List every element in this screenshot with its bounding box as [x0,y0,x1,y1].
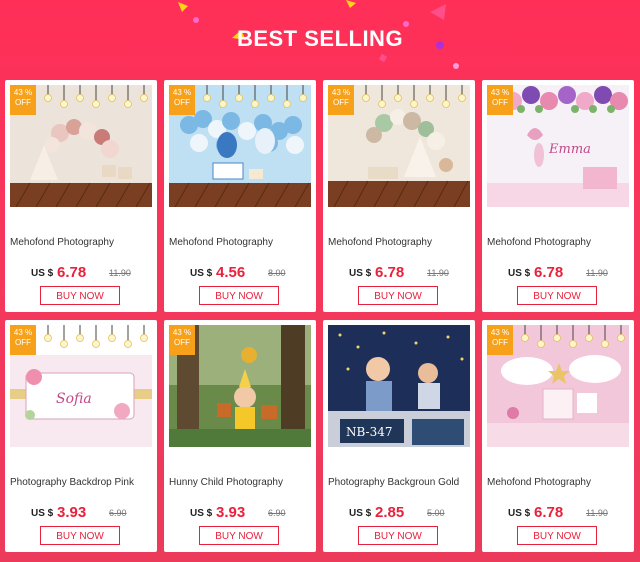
product-card-7[interactable]: NB-347 Photography Backgroun Gold US $ 2… [323,320,475,552]
badge-line: 43 % [490,88,510,97]
buy-now-button[interactable]: BUY NOW [199,526,279,545]
buy-now-button[interactable]: BUY NOW [358,286,438,305]
badge-line: OFF [492,98,508,107]
sale-price: 3.93 [57,504,87,521]
section-title: BEST SELLING [236,26,404,51]
price-row: US $ 3.93 6.90 [164,504,316,521]
original-price: 11.90 [586,268,608,278]
product-name[interactable]: Photography Backgroun Gold [328,477,474,488]
sale-price: 4.56 [216,264,246,281]
badge-line: OFF [15,98,31,107]
discount-badge: 43 % OFF [487,325,513,355]
sale-price: 6.78 [534,264,564,281]
badge-line: OFF [174,338,190,347]
product-image[interactable]: NB-347 [328,325,470,447]
product-name[interactable]: Mehofond Photography [328,237,474,248]
sale-price: 6.78 [57,264,87,281]
product-name[interactable]: Hunny Child Photography [169,477,315,488]
discount-badge: 43 % OFF [10,85,36,115]
badge-line: OFF [15,338,31,347]
discount-badge: 43 % OFF [10,325,36,355]
product-card-1[interactable]: 43 % OFF Mehofond Photography US $ 6.78 1… [5,80,157,312]
sale-price: 6.78 [375,264,405,281]
price-row: US $ 6.78 11.90 [482,504,634,521]
currency-label: US $ [190,508,213,519]
product-name[interactable]: Photography Backdrop Pink [10,477,156,488]
buy-now-button[interactable]: BUY NOW [40,286,120,305]
badge-line: OFF [333,98,349,107]
page: { "header": { "title": "BEST SELLING" },… [0,0,640,562]
discount-badge: 43 % OFF [169,85,195,115]
currency-label: US $ [508,268,531,279]
currency-label: US $ [31,508,54,519]
product-card-6[interactable]: 43 % OFF Hunny Child Photography US $ 3.9… [164,320,316,552]
badge-line: OFF [174,98,190,107]
svg-text:NB-347: NB-347 [346,425,393,439]
price-row: US $ 2.85 5.00 [323,504,475,521]
price-row: US $ 3.93 6.90 [5,504,157,521]
product-name[interactable]: Mehofond Photography [487,237,633,248]
product-card-8[interactable]: 43 % OFF Mehofond Photography US $ 6.78 1… [482,320,634,552]
badge-line: OFF [492,338,508,347]
original-price: 11.90 [109,268,131,278]
original-price: 6.90 [109,508,127,518]
sale-price: 6.78 [534,504,564,521]
price-row: US $ 6.78 11.90 [5,264,157,281]
product-card-3[interactable]: 43 % OFF Mehofond Photography US $ 6.78 1… [323,80,475,312]
original-price: 5.00 [427,508,445,518]
currency-label: US $ [349,268,372,279]
price-row: US $ 6.78 11.90 [482,264,634,281]
badge-line: 43 % [490,328,510,337]
buy-now-button[interactable]: BUY NOW [517,526,597,545]
price-row: US $ 4.56 8.00 [164,264,316,281]
product-card-5[interactable]: Sofia 43 % OFF Photography Backdrop Pink … [5,320,157,552]
svg-text:Sofia: Sofia [56,391,92,407]
currency-label: US $ [349,508,372,519]
buy-now-button[interactable]: BUY NOW [517,286,597,305]
badge-line: 43 % [13,88,33,97]
buy-now-button[interactable]: BUY NOW [40,526,120,545]
discount-badge: 43 % OFF [328,85,354,115]
discount-badge: 43 % OFF [487,85,513,115]
product-name[interactable]: Mehofond Photography [169,237,315,248]
product-card-4[interactable]: Emma 43 % OFF Mehofond Photography US $ 6… [482,80,634,312]
currency-label: US $ [190,268,213,279]
product-name[interactable]: Mehofond Photography [10,237,156,248]
sale-price: 3.93 [216,504,246,521]
badge-line: 43 % [331,88,351,97]
buy-now-button[interactable]: BUY NOW [358,526,438,545]
product-card-2[interactable]: 43 % OFF Mehofond Photography US $ 4.56 8… [164,80,316,312]
badge-line: 43 % [172,328,192,337]
starry-night-backdrop-photo: NB-347 [328,325,470,447]
price-row: US $ 6.78 11.90 [323,264,475,281]
svg-text:Emma: Emma [548,142,591,157]
original-price: 11.90 [427,268,449,278]
product-name[interactable]: Mehofond Photography [487,477,633,488]
currency-label: US $ [508,508,531,519]
badge-line: 43 % [13,328,33,337]
badge-line: 43 % [172,88,192,97]
discount-badge: 43 % OFF [169,325,195,355]
original-price: 11.90 [586,508,608,518]
buy-now-button[interactable]: BUY NOW [199,286,279,305]
original-price: 8.00 [268,268,286,278]
original-price: 6.90 [268,508,286,518]
sale-price: 2.85 [375,504,405,521]
currency-label: US $ [31,268,54,279]
